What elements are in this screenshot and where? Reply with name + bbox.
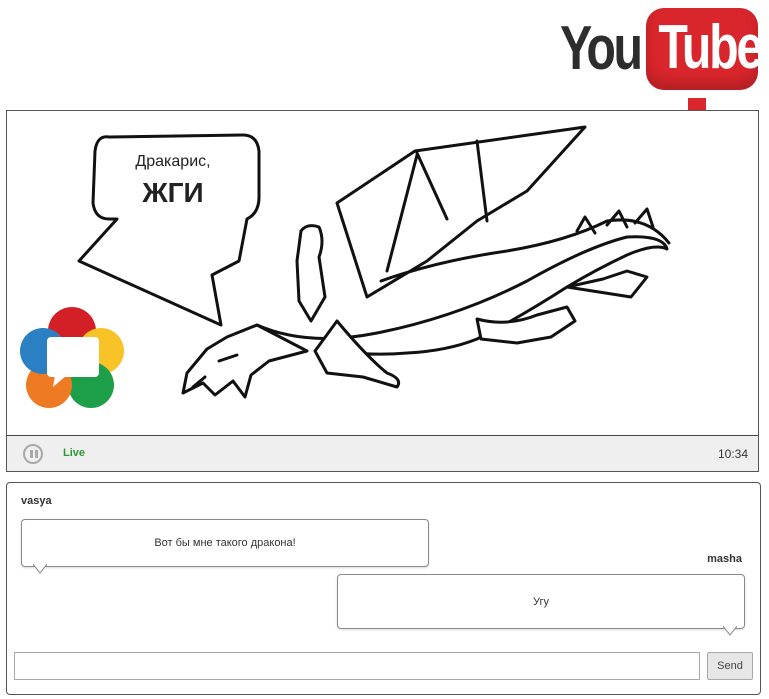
chat-panel: vasya Вот бы мне такого дракона! masha У… <box>6 482 761 695</box>
live-status: Live <box>63 447 86 459</box>
message-author: vasya <box>21 495 52 507</box>
player-controls: Live 10:34 <box>7 435 758 471</box>
bubble-tail <box>33 564 47 574</box>
send-button[interactable]: Send <box>707 652 753 680</box>
message-author: masha <box>707 553 742 565</box>
video-player: Дракарис, ЖГИ Live 10:34 <box>6 110 759 472</box>
chat-message: Вот бы мне такого дракона! <box>21 519 429 567</box>
video-frame[interactable]: Дракарис, ЖГИ <box>7 111 758 435</box>
speech-bubble-line2: ЖГИ <box>142 177 204 208</box>
youtube-logo-tube-box: Tube <box>646 8 763 90</box>
youtube-logo-tube: Tube <box>658 13 763 82</box>
playback-time: 10:34 <box>717 447 748 461</box>
youtube-logo: You Tube <box>560 4 763 90</box>
chat-message: Угу <box>337 574 745 629</box>
chat-message-text: Угу <box>532 595 549 608</box>
message-input[interactable] <box>14 652 700 680</box>
speech-bubble-line1: Дракарис, <box>135 153 211 170</box>
pause-icon[interactable] <box>23 444 43 464</box>
webrtc-logo <box>20 307 124 408</box>
chat-message-text: Вот бы мне такого дракона! <box>154 537 296 549</box>
bubble-tail <box>723 626 737 636</box>
youtube-logo-you: You <box>560 14 643 83</box>
